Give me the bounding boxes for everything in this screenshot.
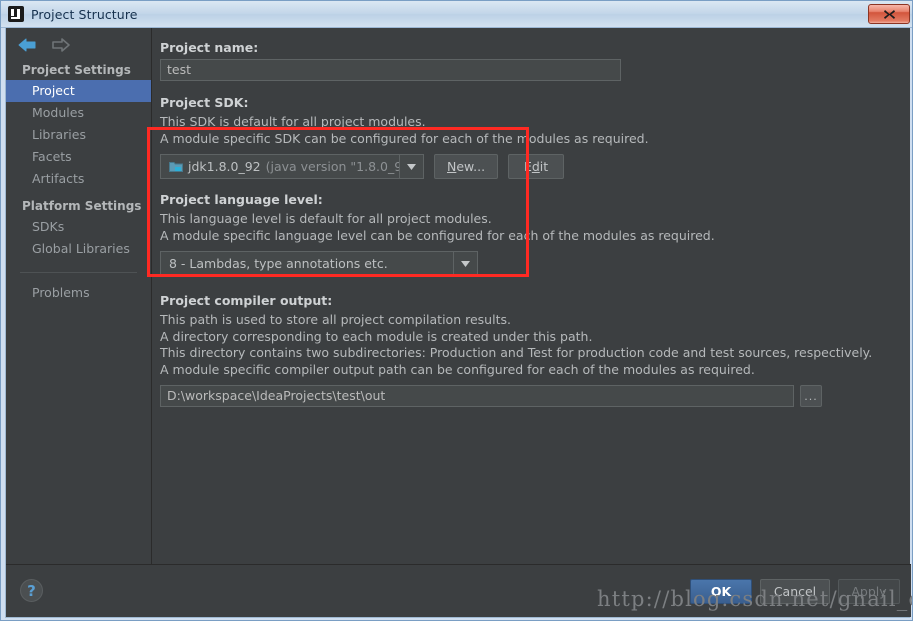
- new-sdk-button[interactable]: New...: [434, 154, 499, 179]
- language-level-combo[interactable]: 8 - Lambdas, type annotations etc.: [160, 251, 478, 276]
- compiler-output-row: D:\workspace\IdeaProjects\test\out ...: [160, 385, 896, 407]
- sidebar-group-platform-settings: Platform Settings: [22, 199, 142, 213]
- window-title: Project Structure: [31, 6, 138, 22]
- close-button[interactable]: [868, 4, 910, 24]
- sidebar-item-libraries[interactable]: Libraries: [6, 124, 151, 146]
- project-sdk-combo[interactable]: jdk1.8.0_92 (java version "1.8.0_92"): [160, 154, 424, 179]
- sidebar: Project Settings Project Modules Librari…: [6, 28, 152, 564]
- arrow-left-icon[interactable]: [18, 38, 37, 52]
- main-panel: Project name: test Project SDK: This SDK…: [153, 28, 910, 564]
- edit-button-mnemonic: d: [531, 159, 540, 174]
- project-sdk-version: (java version "1.8.0_92"): [265, 159, 399, 174]
- language-level-value: 8 - Lambdas, type annotations etc.: [169, 256, 388, 271]
- project-sdk-name: jdk1.8.0_92: [188, 159, 261, 174]
- project-name-label: Project name:: [160, 40, 259, 55]
- sidebar-item-sdks[interactable]: SDKs: [6, 216, 151, 238]
- sidebar-item-problems[interactable]: Problems: [6, 282, 151, 304]
- browse-output-path-button[interactable]: ...: [800, 385, 822, 407]
- intellij-idea-icon: [8, 6, 24, 22]
- new-button-rest: ew...: [456, 159, 486, 174]
- compiler-output-desc-2: A directory corresponding to each module…: [160, 328, 593, 344]
- sidebar-item-artifacts[interactable]: Artifacts: [6, 168, 151, 190]
- edit-button-rest: it: [539, 159, 549, 174]
- project-sdk-combo-text: jdk1.8.0_92 (java version "1.8.0_92"): [161, 159, 399, 174]
- title-bar: Project Structure: [1, 1, 912, 28]
- language-level-desc-1: This language level is default for all p…: [160, 211, 492, 226]
- project-sdk-desc-2: A module specific SDK can be configured …: [160, 130, 649, 146]
- compiler-output-desc-4: A module specific compiler output path c…: [160, 361, 755, 377]
- compiler-output-label: Project compiler output:: [160, 293, 333, 308]
- navigation-arrows: [6, 28, 151, 54]
- close-icon: [883, 9, 895, 19]
- sidebar-item-global-libraries[interactable]: Global Libraries: [6, 238, 151, 260]
- sidebar-item-facets[interactable]: Facets: [6, 146, 151, 168]
- sidebar-item-project[interactable]: Project: [6, 80, 151, 102]
- compiler-output-desc-3: This directory contains two subdirectori…: [160, 345, 873, 360]
- dialog-body: Project Settings Project Modules Librari…: [5, 28, 911, 618]
- project-sdk-row: jdk1.8.0_92 (java version "1.8.0_92") Ne…: [160, 154, 896, 179]
- help-button[interactable]: ?: [20, 579, 43, 602]
- sidebar-divider: [20, 272, 137, 273]
- apply-button: Apply: [838, 579, 900, 604]
- new-button-mnemonic: N: [447, 159, 457, 174]
- ok-button[interactable]: OK: [690, 579, 752, 604]
- project-structure-dialog: Project Structure Project Settings Proje…: [0, 0, 913, 621]
- edit-sdk-button[interactable]: Ed it: [508, 154, 565, 179]
- arrow-right-icon[interactable]: [51, 38, 70, 52]
- project-sdk-desc-1: This SDK is default for all project modu…: [160, 114, 426, 129]
- cancel-button[interactable]: Cancel: [760, 579, 830, 604]
- compiler-output-input[interactable]: D:\workspace\IdeaProjects\test\out: [160, 385, 794, 407]
- compiler-output-desc-1: This path is used to store all project c…: [160, 312, 511, 327]
- sidebar-group-project-settings: Project Settings: [22, 63, 131, 77]
- language-level-label: Project language level:: [160, 192, 323, 207]
- sidebar-item-modules[interactable]: Modules: [6, 102, 151, 124]
- sdk-folder-icon: [169, 160, 183, 173]
- project-name-input[interactable]: test: [160, 59, 621, 81]
- edit-button-pre: E: [523, 159, 532, 174]
- project-sdk-label: Project SDK:: [160, 95, 249, 110]
- language-level-desc-2: A module specific language level can be …: [160, 227, 715, 243]
- chevron-down-icon[interactable]: [453, 252, 477, 275]
- chevron-down-icon[interactable]: [399, 155, 423, 178]
- dialog-footer: ? OK Cancel Apply: [6, 564, 911, 617]
